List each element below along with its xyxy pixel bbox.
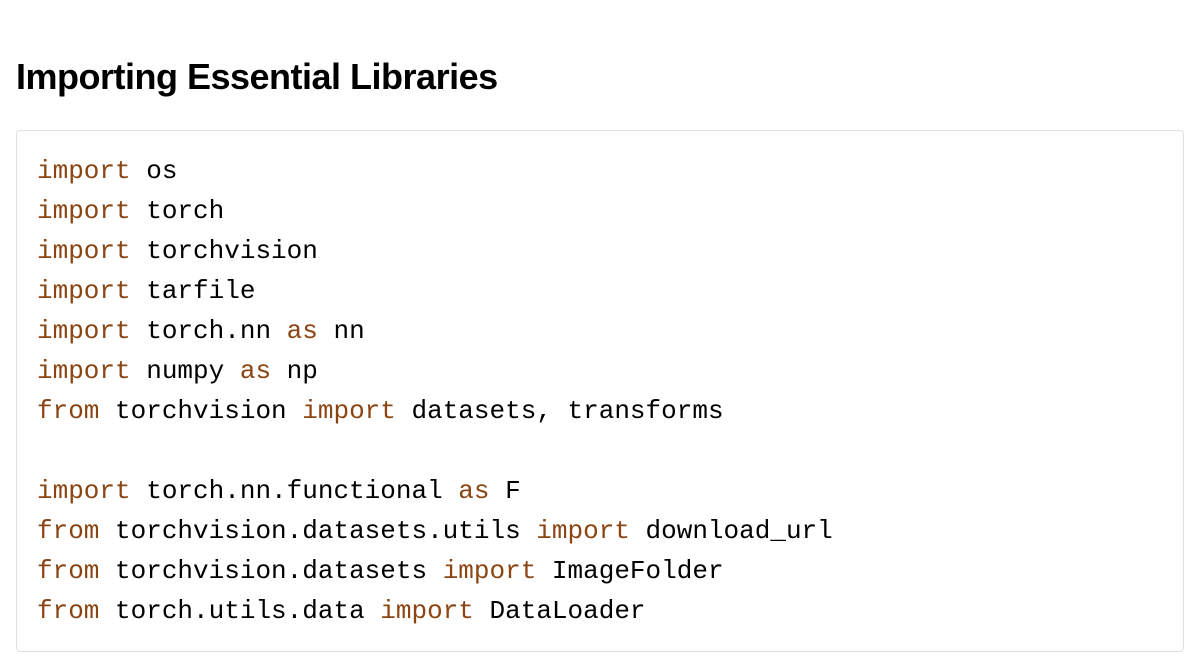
code-text: download_url: [630, 516, 833, 546]
code-line: from torchvision.datasets import ImageFo…: [37, 551, 1163, 591]
code-line: import os: [37, 151, 1163, 191]
code-text: ImageFolder: [536, 556, 723, 586]
code-text: torch.nn.functional: [131, 476, 459, 506]
code-line: import torchvision: [37, 231, 1163, 271]
code-keyword: import: [302, 396, 396, 426]
code-keyword: import: [37, 156, 131, 186]
code-keyword: from: [37, 516, 99, 546]
code-keyword: import: [37, 236, 131, 266]
code-text: np: [271, 356, 318, 386]
code-keyword: as: [240, 356, 271, 386]
code-keyword: from: [37, 556, 99, 586]
code-keyword: from: [37, 396, 99, 426]
code-text: torch: [131, 196, 225, 226]
code-keyword: import: [443, 556, 537, 586]
code-text: numpy: [131, 356, 240, 386]
code-text: F: [490, 476, 521, 506]
code-keyword: import: [37, 276, 131, 306]
code-keyword: as: [458, 476, 489, 506]
code-keyword: import: [37, 476, 131, 506]
code-text: torchvision.datasets.utils: [99, 516, 536, 546]
code-keyword: import: [37, 316, 131, 346]
code-text: tarfile: [131, 276, 256, 306]
section-heading: Importing Essential Libraries: [16, 56, 1184, 98]
code-keyword: from: [37, 596, 99, 626]
code-line: [37, 431, 1163, 471]
code-line: import numpy as np: [37, 351, 1163, 391]
code-text: torch.utils.data: [99, 596, 380, 626]
code-keyword: import: [536, 516, 630, 546]
code-line: import tarfile: [37, 271, 1163, 311]
code-text: nn: [318, 316, 365, 346]
code-line: import torch.nn as nn: [37, 311, 1163, 351]
code-line: import torch: [37, 191, 1163, 231]
code-text: torchvision: [131, 236, 318, 266]
code-text: datasets, transforms: [396, 396, 724, 426]
code-text: DataLoader: [474, 596, 646, 626]
code-text: torchvision: [99, 396, 302, 426]
code-line: from torch.utils.data import DataLoader: [37, 591, 1163, 631]
code-keyword: import: [37, 196, 131, 226]
code-keyword: import: [37, 356, 131, 386]
code-text: os: [131, 156, 178, 186]
code-text: torch.nn: [131, 316, 287, 346]
code-line: from torchvision.datasets.utils import d…: [37, 511, 1163, 551]
code-cell: import osimport torchimport torchvisioni…: [16, 130, 1184, 652]
code-keyword: as: [287, 316, 318, 346]
code-line: from torchvision import datasets, transf…: [37, 391, 1163, 431]
code-keyword: import: [380, 596, 474, 626]
code-line: import torch.nn.functional as F: [37, 471, 1163, 511]
code-text: torchvision.datasets: [99, 556, 442, 586]
document-container: Importing Essential Libraries import osi…: [0, 0, 1200, 668]
